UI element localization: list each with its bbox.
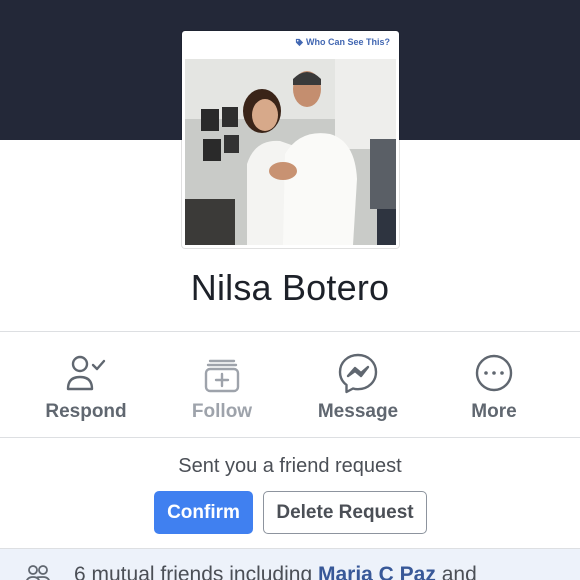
respond-button[interactable]: Respond — [26, 351, 146, 431]
privacy-label-text: Who Can See This? — [305, 37, 390, 47]
message-button[interactable]: Message — [298, 351, 418, 431]
mutual-friends-text: 6 mutual friends including Maria C Paz a… — [74, 563, 477, 580]
more-button[interactable]: More — [434, 351, 554, 431]
messenger-icon — [336, 351, 380, 395]
profile-photo[interactable] — [185, 59, 396, 245]
more-dots-icon — [472, 351, 516, 395]
privacy-link[interactable]: Who Can See This? — [295, 37, 390, 47]
profile-picture-card[interactable]: Who Can See This? — [182, 31, 399, 248]
more-label: More — [471, 401, 517, 422]
follow-plus-icon — [200, 351, 244, 395]
mutual-friend-link[interactable]: Maria C Paz — [318, 563, 436, 580]
person-check-icon — [64, 351, 108, 395]
follow-button[interactable]: Follow — [162, 351, 282, 431]
friend-request-text: Sent you a friend request — [178, 455, 402, 477]
tag-icon — [295, 38, 304, 46]
delete-request-button[interactable]: Delete Request — [263, 491, 427, 534]
divider-top — [0, 331, 580, 332]
mutual-friends-prefix: 6 mutual friends including — [74, 563, 318, 580]
action-bar: Respond Follow Message More — [0, 341, 580, 431]
respond-label: Respond — [45, 401, 127, 422]
mutual-friends-suffix: and — [435, 563, 477, 580]
profile-name: Nilsa Botero — [190, 267, 390, 308]
message-label: Message — [317, 401, 399, 422]
divider-bottom — [0, 437, 580, 438]
follow-label: Follow — [191, 401, 253, 422]
profile-photo-image — [185, 59, 396, 245]
mutual-friends-bar[interactable]: 6 mutual friends including Maria C Paz a… — [0, 548, 580, 580]
friends-icon — [26, 565, 50, 580]
confirm-button[interactable]: Confirm — [154, 491, 253, 534]
